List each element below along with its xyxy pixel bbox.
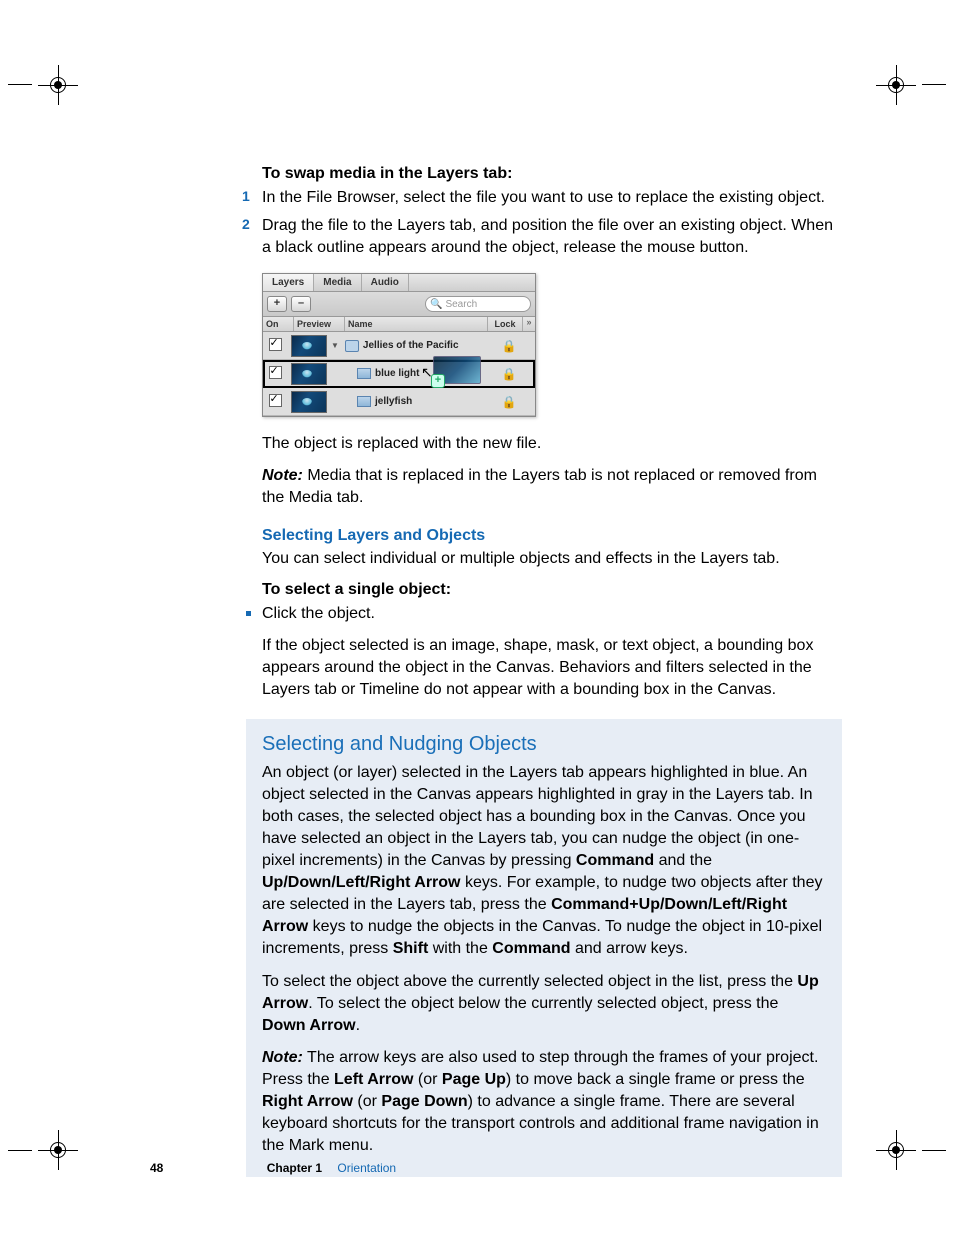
note-text: Note: Media that is replaced in the Laye…	[262, 465, 842, 509]
callout-note: Note: The arrow keys are also used to st…	[262, 1047, 826, 1157]
layer-thumbnail	[291, 363, 327, 385]
layer-row-item[interactable]: jellyfish 🔒	[263, 388, 535, 416]
tab-audio[interactable]: Audio	[362, 274, 409, 291]
layers-panel: Layers Media Audio + – 🔍 Search On Previ…	[262, 273, 536, 417]
col-preview: Preview	[294, 317, 345, 331]
tab-media[interactable]: Media	[314, 274, 361, 291]
subsection-heading: Selecting Layers and Objects	[262, 527, 842, 545]
crop-tick-icon	[922, 1150, 946, 1151]
col-on: On	[263, 317, 294, 331]
add-button[interactable]: +	[267, 296, 287, 312]
layer-row-group[interactable]: ▼ Jellies of the Pacific 🔒	[263, 332, 535, 360]
search-placeholder: Search	[445, 299, 477, 310]
step-item: 1In the File Browser, select the file yo…	[262, 187, 842, 209]
visibility-checkbox[interactable]	[269, 366, 282, 379]
callout-box: Selecting and Nudging Objects An object …	[246, 719, 842, 1177]
lock-icon[interactable]: 🔒	[495, 395, 523, 409]
panel-header-row: On Preview Name Lock »	[263, 317, 535, 332]
lock-icon[interactable]: 🔒	[495, 367, 523, 381]
procedure-heading: To select a single object:	[262, 581, 842, 599]
layer-thumbnail	[291, 391, 327, 413]
chapter-name: Orientation	[337, 1161, 396, 1175]
layer-name: jellyfish	[375, 396, 412, 407]
callout-title: Selecting and Nudging Objects	[262, 733, 826, 756]
image-icon	[357, 396, 371, 407]
visibility-checkbox[interactable]	[269, 394, 282, 407]
body-text: You can select individual or multiple ob…	[262, 548, 842, 570]
layer-name: blue light	[375, 368, 419, 379]
remove-button[interactable]: –	[291, 296, 311, 312]
body-text: The object is replaced with the new file…	[262, 433, 842, 455]
callout-paragraph: An object (or layer) selected in the Lay…	[262, 762, 826, 961]
step-text: Drag the file to the Layers tab, and pos…	[262, 217, 833, 256]
body-text: If the object selected is an image, shap…	[262, 635, 842, 701]
crop-tick-icon	[8, 84, 32, 85]
bullet-item: Click the object.	[262, 603, 842, 625]
registration-mark-icon	[876, 1130, 916, 1170]
col-lock: Lock	[487, 317, 522, 331]
image-icon	[357, 368, 371, 379]
chapter-label: Chapter 1	[267, 1161, 322, 1175]
step-text: In the File Browser, select the file you…	[262, 189, 825, 206]
search-input[interactable]: 🔍 Search	[425, 296, 531, 312]
layer-row-item[interactable]: blue light 🔒	[263, 360, 535, 388]
callout-paragraph: To select the object above the currently…	[262, 971, 826, 1037]
registration-mark-icon	[876, 65, 916, 105]
group-icon	[345, 340, 359, 352]
page-number: 48	[150, 1161, 163, 1175]
registration-mark-icon	[38, 1130, 78, 1170]
disclosure-icon[interactable]: ▼	[331, 341, 339, 350]
swap-media-heading: To swap media in the Layers tab:	[262, 165, 842, 183]
page-footer: 48 Chapter 1 Orientation	[150, 1161, 396, 1175]
lock-icon[interactable]: 🔒	[495, 339, 523, 353]
col-more: »	[522, 317, 535, 331]
crop-tick-icon	[922, 84, 946, 85]
layer-name: Jellies of the Pacific	[363, 340, 459, 351]
step-item: 2Drag the file to the Layers tab, and po…	[262, 215, 842, 259]
registration-mark-icon	[38, 65, 78, 105]
search-icon: 🔍	[430, 299, 442, 310]
visibility-checkbox[interactable]	[269, 338, 282, 351]
col-name: Name	[345, 317, 487, 331]
note-label: Note:	[262, 467, 303, 484]
crop-tick-icon	[8, 1150, 32, 1151]
layer-thumbnail	[291, 335, 327, 357]
tab-layers[interactable]: Layers	[263, 274, 314, 291]
